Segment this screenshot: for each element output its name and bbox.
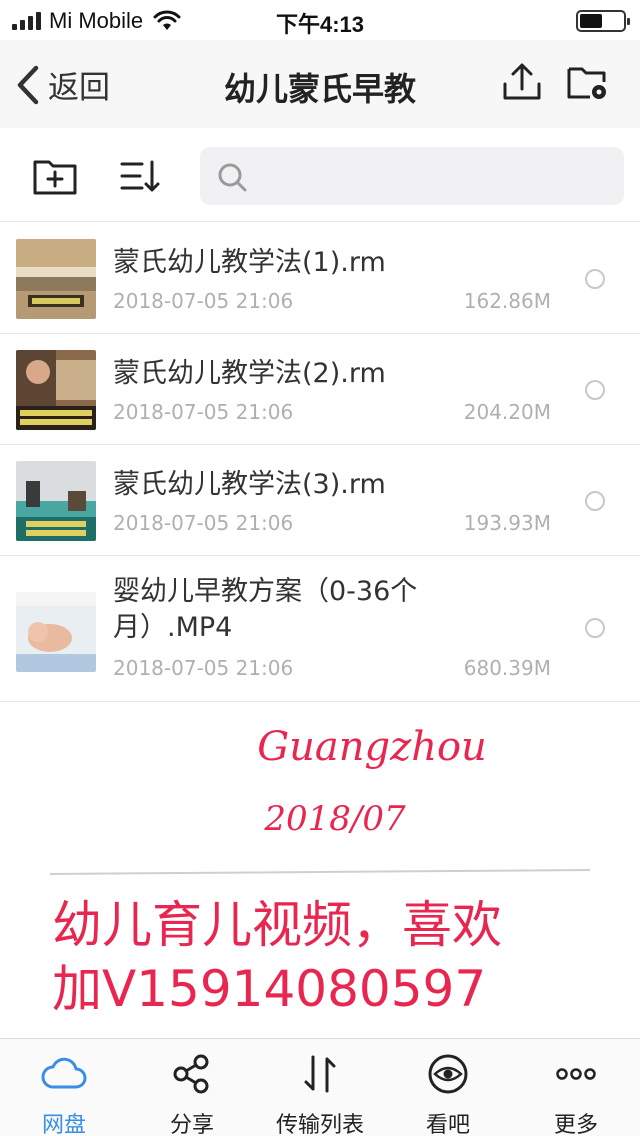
transfer-icon [304, 1055, 336, 1093]
cloud-icon [41, 1057, 87, 1089]
search-bar[interactable] [200, 147, 624, 205]
select-radio[interactable] [585, 380, 605, 400]
tab-bar: 网盘 分享 传输列表 看吧 更多 [0, 1038, 640, 1136]
file-name: 蒙氏幼儿教学法(2).rm [113, 358, 386, 389]
file-date: 2018-07-05 21:06 [113, 511, 294, 535]
file-size: 680.39M [463, 656, 551, 680]
file-row[interactable]: 蒙氏幼儿教学法(2).rm 2018-07-05 21:06 204.20M [0, 334, 640, 445]
file-size: 162.86M [463, 289, 551, 313]
tab-label: 传输列表 [275, 1113, 364, 1136]
watermark-date: 2018/07 [263, 799, 406, 839]
eye-icon [428, 1054, 468, 1094]
upload-icon[interactable] [500, 60, 544, 104]
folder-settings-icon[interactable] [566, 60, 610, 104]
video-thumbnail [16, 239, 96, 319]
tab-label: 更多 [553, 1113, 598, 1136]
tab-share[interactable]: 分享 [128, 1039, 256, 1136]
search-input[interactable] [256, 147, 606, 205]
video-thumbnail [16, 592, 96, 672]
file-size: 193.93M [463, 511, 551, 535]
toolbar [0, 128, 640, 222]
divider [49, 869, 591, 875]
file-date: 2018-07-05 21:06 [113, 656, 294, 680]
tab-more[interactable]: 更多 [512, 1039, 640, 1136]
nav-bar: 返回 幼儿蒙氏早教 [0, 40, 640, 128]
status-bar: Mi Mobile 下午4:13 [0, 0, 640, 40]
page-title: 幼儿蒙氏早教 [223, 70, 416, 108]
select-radio[interactable] [585, 269, 605, 289]
select-radio[interactable] [585, 491, 605, 511]
file-size: 204.20M [463, 400, 551, 424]
file-list: 蒙氏幼儿教学法(1).rm 2018-07-05 21:06 162.86M 蒙… [0, 223, 640, 702]
file-row[interactable]: 婴幼儿早教方案（0-36个月）.MP4 2018-07-05 21:06 680… [0, 556, 640, 702]
tab-cloud-disk[interactable]: 网盘 [0, 1039, 128, 1136]
sort-icon[interactable] [118, 156, 164, 196]
file-name: 婴幼儿早教方案（0-36个月）.MP4 [113, 576, 418, 643]
tab-label: 看吧 [425, 1113, 470, 1136]
status-time: 下午4:13 [275, 12, 365, 37]
video-thumbnail [16, 461, 96, 541]
file-name: 蒙氏幼儿教学法(1).rm [113, 247, 386, 278]
tab-label: 分享 [169, 1113, 214, 1136]
select-radio[interactable] [585, 618, 605, 638]
tab-transfer-list[interactable]: 传输列表 [256, 1039, 384, 1136]
file-date: 2018-07-05 21:06 [113, 400, 294, 424]
file-row[interactable]: 蒙氏幼儿教学法(1).rm 2018-07-05 21:06 162.86M [0, 223, 640, 334]
tab-label: 网盘 [41, 1113, 86, 1136]
file-date: 2018-07-05 21:06 [113, 289, 294, 313]
video-thumbnail [16, 350, 96, 430]
file-name: 蒙氏幼儿教学法(3).rm [113, 469, 386, 500]
more-icon [556, 1068, 596, 1080]
watermark-line1: 幼儿育儿视频，喜欢 [52, 896, 502, 954]
search-icon [218, 163, 247, 192]
watermark-city: Guangzhou [257, 724, 487, 770]
battery-icon [576, 10, 630, 32]
share-icon [173, 1054, 209, 1094]
file-row[interactable]: 蒙氏幼儿教学法(3).rm 2018-07-05 21:06 193.93M [0, 445, 640, 556]
watermark-line2: 加V15914080597 [52, 960, 486, 1018]
new-folder-icon[interactable] [32, 156, 78, 196]
handwritten-watermark: Guangzhou 2018/07 幼儿育儿视频，喜欢 加V1591408059… [49, 724, 591, 1018]
tab-watch[interactable]: 看吧 [384, 1039, 512, 1136]
